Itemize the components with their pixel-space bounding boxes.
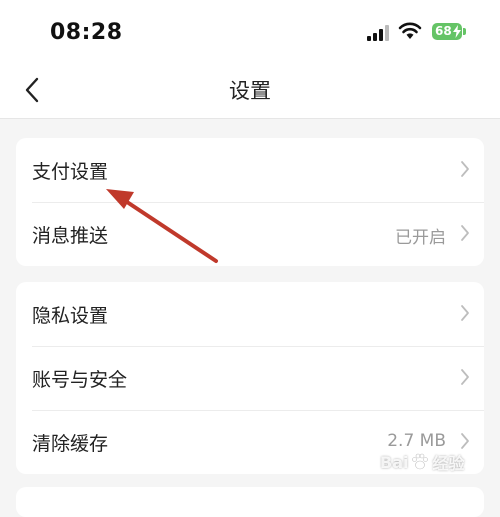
battery-icon: 68: [432, 23, 462, 40]
chevron-right-icon: [461, 305, 469, 321]
chevron-right-icon: [461, 369, 469, 385]
payment-settings-item[interactable]: 支付设置: [16, 138, 484, 202]
page-title: 设置: [229, 79, 271, 103]
row-value: 2.7 MB: [387, 431, 446, 451]
cellular-signal-icon: [367, 25, 389, 41]
message-push-item[interactable]: 消息推送 已开启: [16, 202, 484, 266]
settings-group-1: 支付设置 消息推送 已开启: [16, 138, 484, 266]
status-time: 08:28: [50, 20, 123, 45]
wifi-icon: [398, 22, 422, 39]
row-value: 已开启: [395, 228, 446, 248]
row-label: 隐私设置: [32, 305, 109, 327]
clear-cache-item[interactable]: 清除缓存 2.7 MB: [16, 410, 484, 474]
battery-cap: [463, 28, 466, 35]
row-label: 支付设置: [32, 161, 109, 183]
row-label: 账号与安全: [32, 369, 128, 391]
nav-bar: 设置: [0, 62, 500, 119]
battery-level: 68: [435, 24, 452, 38]
settings-group-3: [16, 487, 484, 517]
charging-bolt-icon: [453, 25, 461, 38]
privacy-settings-item[interactable]: 隐私设置: [16, 282, 484, 346]
settings-group-2: 隐私设置 账号与安全 清除缓存 2.7 MB: [16, 282, 484, 474]
row-label: 消息推送: [32, 225, 109, 247]
row-label: 清除缓存: [32, 433, 109, 455]
status-bar: 08:28 68: [0, 0, 500, 62]
chevron-right-icon: [461, 225, 469, 241]
chevron-right-icon: [461, 433, 469, 449]
chevron-right-icon: [461, 161, 469, 177]
account-security-item[interactable]: 账号与安全: [16, 346, 484, 410]
